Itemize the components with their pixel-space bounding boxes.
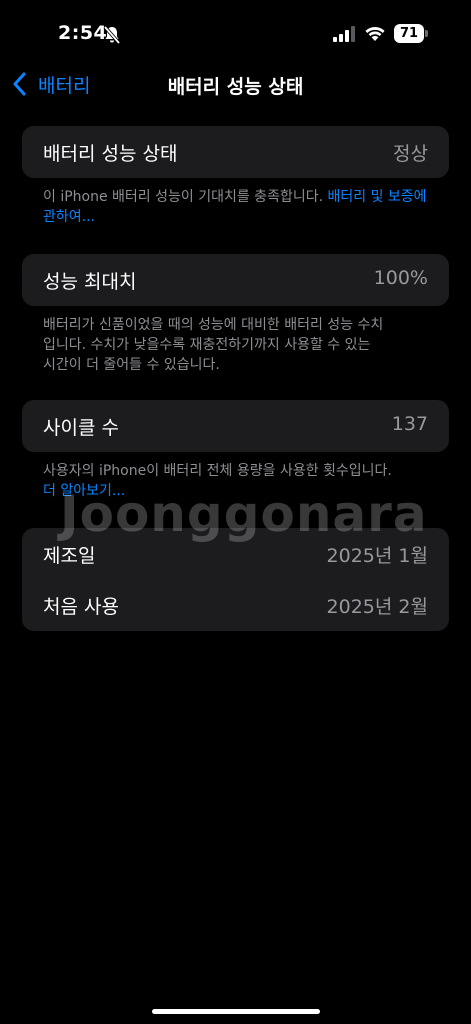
battery-health-value: 정상 bbox=[393, 143, 428, 165]
page-title: 배터리 성능 상태 bbox=[167, 76, 304, 98]
cycle-count-row: 사이클 수 137 bbox=[22, 400, 449, 452]
capacity-footnote-line: 입니다. 수치가 낮을수록 재충전하기까지 사용할 수 있는 bbox=[43, 337, 371, 353]
bell-slash-icon bbox=[103, 25, 121, 45]
battery-health-row: 배터리 성능 상태 정상 bbox=[22, 126, 449, 178]
cycle-count-card: 사이클 수 137 bbox=[22, 400, 449, 452]
manufacture-date-label: 제조일 bbox=[43, 545, 96, 567]
battery-health-footnote-text: 이 iPhone 배터리 성능이 기대치를 충족합니다. bbox=[43, 189, 324, 205]
battery-level: 71 bbox=[399, 26, 419, 41]
battery-health-card: 배터리 성능 상태 정상 bbox=[22, 126, 449, 178]
status-time: 2:54 bbox=[58, 22, 108, 44]
home-indicator[interactable] bbox=[152, 1009, 320, 1014]
navigation-bar: 배터리 배터리 성능 상태 bbox=[0, 62, 471, 106]
cycle-count-footnote: 사용자의 iPhone이 배터리 전체 용량을 사용한 횟수입니다. 더 알아보… bbox=[43, 461, 433, 501]
capacity-footnote-line: 시간이 더 줄어들 수 있습니다. bbox=[43, 357, 220, 373]
maximum-capacity-footnote: 배터리가 신품이었을 때의 성능에 대비한 배터리 성능 수치 입니다. 수치가… bbox=[43, 315, 433, 375]
cycle-count-value: 137 bbox=[391, 413, 428, 435]
status-bar: 2:54 71 bbox=[0, 0, 471, 62]
capacity-footnote-line: 배터리가 신품이었을 때의 성능에 대비한 배터리 성능 수치 bbox=[43, 317, 384, 333]
maximum-capacity-label: 성능 최대치 bbox=[43, 271, 137, 293]
maximum-capacity-card: 성능 최대치 100% bbox=[22, 254, 449, 306]
manufacture-date-value: 2025년 1월 bbox=[326, 545, 428, 567]
first-use-value: 2025년 2월 bbox=[326, 596, 428, 618]
dates-card: 제조일 2025년 1월 처음 사용 2025년 2월 bbox=[22, 528, 449, 631]
maximum-capacity-value: 100% bbox=[373, 267, 428, 289]
battery-health-footnote: 이 iPhone 배터리 성능이 기대치를 충족합니다. 배터리 및 보증에 관… bbox=[43, 187, 433, 227]
first-use-row: 처음 사용 2025년 2월 bbox=[22, 579, 449, 631]
learn-more-link[interactable]: 더 알아보기... bbox=[43, 481, 433, 501]
maximum-capacity-row: 성능 최대치 100% bbox=[22, 254, 449, 306]
battery-icon: 71 bbox=[394, 24, 428, 43]
cycle-count-footnote-text: 사용자의 iPhone이 배터리 전체 용량을 사용한 횟수입니다. bbox=[43, 463, 392, 479]
cycle-count-label: 사이클 수 bbox=[43, 417, 119, 439]
manufacture-date-row: 제조일 2025년 1월 bbox=[22, 528, 449, 580]
cellular-signal-icon bbox=[333, 26, 355, 42]
battery-health-label: 배터리 성능 상태 bbox=[43, 143, 178, 165]
first-use-label: 처음 사용 bbox=[43, 596, 119, 618]
wifi-icon bbox=[365, 27, 385, 41]
